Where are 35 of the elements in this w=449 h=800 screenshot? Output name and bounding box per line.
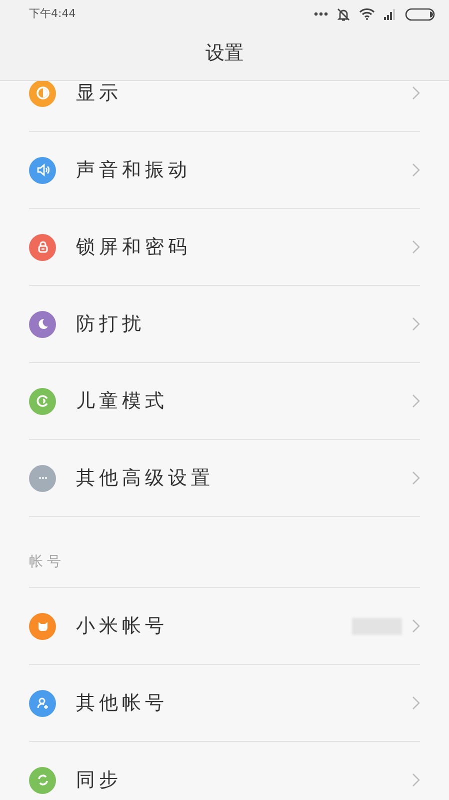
settings-item[interactable]: 小米帐号 — [29, 588, 420, 665]
item-label: 其他帐号 — [76, 690, 169, 716]
chevron-icon — [412, 240, 420, 254]
item-label: 声音和振动 — [76, 158, 192, 183]
item-label: 防打扰 — [76, 312, 146, 337]
screen-title: 设置 — [204, 41, 244, 66]
item-label: 同步 — [76, 768, 123, 793]
chevron-icon — [412, 773, 420, 787]
settings-item[interactable]: 声音和振动 — [29, 132, 420, 209]
battery-icon — [405, 8, 437, 20]
chevron-icon — [412, 163, 420, 177]
wifi-icon — [359, 8, 375, 20]
item-label: 显示 — [76, 81, 123, 106]
settings-item[interactable]: 显示 — [29, 81, 420, 132]
item-label: 锁屏和密码 — [76, 234, 192, 260]
item-label: 小米帐号 — [76, 614, 169, 639]
status-time: 下午4:44 — [29, 6, 76, 22]
item-label: 儿童模式 — [76, 388, 169, 414]
settings-item[interactable]: 防打扰 — [29, 286, 420, 363]
signal-icon — [383, 8, 397, 20]
section-header: 帐号 — [29, 554, 65, 570]
settings-item[interactable]: 锁屏和密码 — [29, 209, 420, 286]
chevron-icon — [412, 394, 420, 408]
settings-item[interactable]: 其他高级设置 — [29, 440, 420, 517]
settings-item[interactable]: 其他帐号 — [29, 665, 420, 742]
mute-icon — [336, 6, 351, 22]
chevron-icon — [412, 86, 420, 100]
chevron-icon — [412, 471, 420, 485]
item-label: 其他高级设置 — [76, 466, 215, 491]
more-icon — [314, 12, 328, 16]
settings-item[interactable]: 儿童模式 — [29, 363, 420, 440]
chevron-icon — [412, 317, 420, 331]
settings-item[interactable]: 同步 — [29, 742, 420, 800]
chevron-icon — [412, 696, 420, 710]
chevron-icon — [412, 619, 420, 633]
